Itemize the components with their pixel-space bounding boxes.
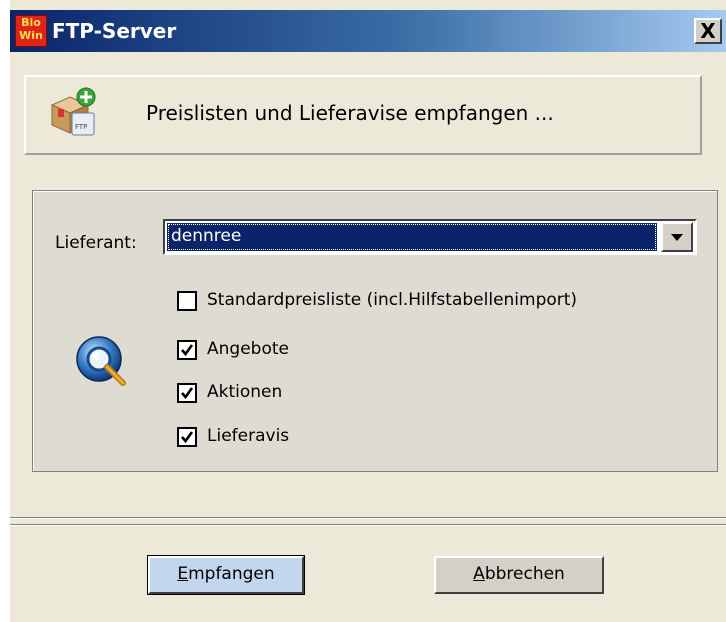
delivery-notice-label: Lieferavis xyxy=(207,426,290,446)
close-button[interactable]: X xyxy=(694,18,722,44)
offers-label: Angebote xyxy=(207,339,289,359)
logo-line1: Bio xyxy=(21,16,41,29)
window-title: FTP-Server xyxy=(52,19,177,43)
header-panel: FTP Preislisten und Lieferavise empfange… xyxy=(24,75,702,155)
svg-text:FTP: FTP xyxy=(75,123,87,131)
promotions-label: Aktionen xyxy=(207,382,283,402)
offers-checkbox[interactable] xyxy=(177,340,197,360)
divider xyxy=(10,524,726,526)
cancel-button[interactable]: Abbrechen xyxy=(434,556,604,594)
checkmark-icon xyxy=(181,431,194,444)
dropdown-button[interactable] xyxy=(661,222,693,252)
chevron-down-icon xyxy=(671,234,683,241)
supplier-dropdown[interactable]: dennree xyxy=(163,219,697,255)
supplier-label: Lieferant: xyxy=(55,233,137,253)
standard-pricelist-label: Standardpreisliste (incl.Hilfstabellenim… xyxy=(207,290,578,310)
receive-label-rest: mpfangen xyxy=(188,564,275,584)
standard-pricelist-checkbox[interactable] xyxy=(177,291,197,311)
divider xyxy=(10,517,726,519)
checkmark-icon xyxy=(181,387,194,400)
title-bar[interactable]: Bio Win FTP-Server X xyxy=(10,10,726,52)
options-panel: Lieferant: dennree Standardpreisliste (i… xyxy=(32,190,718,472)
supplier-selected-value[interactable]: dennree xyxy=(167,223,657,251)
biowin-logo-icon: Bio Win xyxy=(15,15,47,47)
receive-mnemonic: E xyxy=(177,564,189,584)
checkmark-icon xyxy=(181,344,194,357)
cancel-label-rest: bbrechen xyxy=(484,564,565,584)
search-globe-icon xyxy=(76,336,126,386)
package-download-icon: FTP xyxy=(50,87,96,136)
header-text: Preislisten und Lieferavise empfangen ..… xyxy=(146,101,554,125)
cancel-mnemonic: A xyxy=(473,564,485,584)
delivery-notice-checkbox[interactable] xyxy=(177,427,197,447)
logo-line2: Win xyxy=(19,29,43,42)
ftp-server-dialog: Bio Win FTP-Server X FTP Preislisten und… xyxy=(10,0,726,622)
promotions-checkbox[interactable] xyxy=(177,383,197,403)
receive-button[interactable]: Empfangen xyxy=(147,555,305,595)
